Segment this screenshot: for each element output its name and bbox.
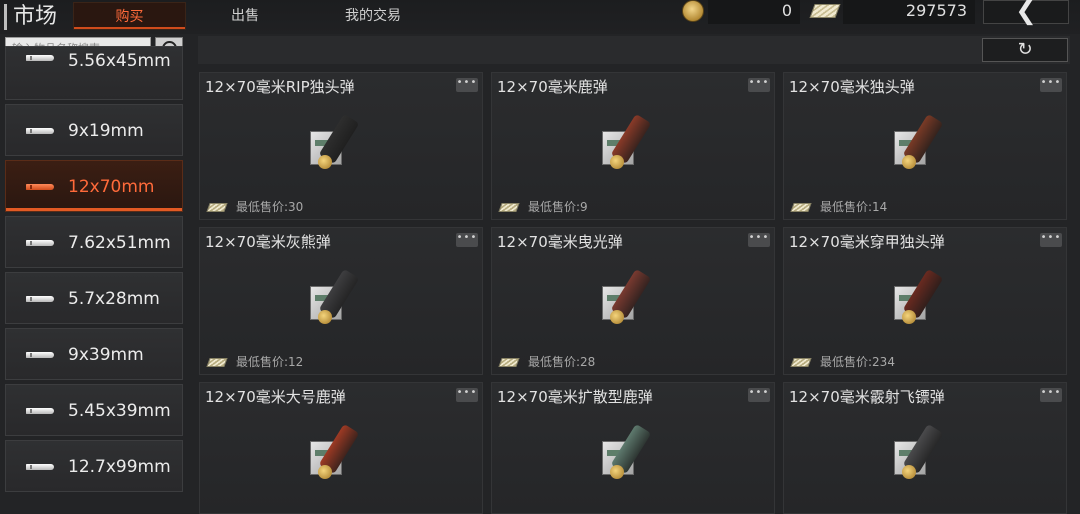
shotgun-shell-icon [602, 423, 666, 487]
title-accent [4, 4, 7, 30]
bullet-icon [26, 184, 54, 190]
cash-icon [790, 203, 812, 212]
item-name: 12×70毫米曳光弹 [497, 233, 623, 251]
more-options-button[interactable]: ••• [456, 388, 478, 402]
more-options-button[interactable]: ••• [456, 233, 478, 247]
lowest-price: 最低售价:14 [820, 200, 888, 214]
bullet-icon [26, 55, 54, 61]
more-options-button[interactable]: ••• [748, 78, 770, 92]
item-card[interactable]: 12×70毫米独头弹 ••• 最低售价:14 [783, 72, 1067, 220]
item-card[interactable]: 12×70毫米RIP独头弹 ••• 最低售价:30 [199, 72, 483, 220]
category-label: 12.7x99mm [68, 457, 171, 477]
shotgun-shell-icon [894, 268, 958, 332]
cash-icon [790, 358, 812, 367]
item-card[interactable]: 12×70毫米穿甲独头弹 ••• 最低售价:234 [783, 227, 1067, 375]
category-item[interactable]: 9x39mm [5, 328, 183, 380]
item-card[interactable]: 12×70毫米扩散型鹿弹 ••• [491, 382, 775, 514]
category-label: 9x39mm [68, 345, 144, 365]
cash-icon [809, 4, 841, 18]
lowest-price: 最低售价:28 [528, 355, 596, 369]
item-card[interactable]: 12×70毫米曳光弹 ••• 最低售价:28 [491, 227, 775, 375]
lowest-price: 最低售价:9 [528, 200, 588, 214]
category-label: 5.56x45mm [68, 51, 171, 71]
shell-base [318, 155, 332, 169]
lowest-price: 最低售价:30 [236, 200, 304, 214]
category-item[interactable]: 5.56x45mm [5, 46, 183, 100]
more-options-button[interactable]: ••• [1040, 388, 1062, 402]
more-options-button[interactable]: ••• [456, 78, 478, 92]
category-item[interactable]: 9x19mm [5, 104, 183, 156]
shell-base [318, 465, 332, 479]
cash-icon [498, 203, 520, 212]
bullet-icon [26, 296, 54, 302]
item-name: 12×70毫米灰熊弹 [205, 233, 331, 251]
category-item[interactable]: 12.7x99mm [5, 440, 183, 492]
item-name: 12×70毫米扩散型鹿弹 [497, 388, 653, 406]
shell-base [902, 155, 916, 169]
bullet-icon [26, 408, 54, 414]
category-label: 5.45x39mm [68, 401, 171, 421]
shotgun-shell-icon [602, 268, 666, 332]
category-label: 12x70mm [68, 177, 155, 197]
lowest-price: 最低售价:12 [236, 355, 304, 369]
gold-coin-icon [682, 0, 704, 22]
refresh-icon: ↻ [1017, 39, 1033, 60]
category-sidebar: 5.56x45mm 9x19mm 12x70mm 7.62x51mm 5.7x2… [0, 46, 190, 514]
item-card[interactable]: 12×70毫米鹿弹 ••• 最低售价:9 [491, 72, 775, 220]
shotgun-shell-icon [310, 113, 374, 177]
item-name: 12×70毫米鹿弹 [497, 78, 608, 96]
gold-balance: 0 [708, 0, 800, 24]
bullet-icon [26, 352, 54, 358]
item-name: 12×70毫米独头弹 [789, 78, 915, 96]
toolbar-strip [198, 36, 1070, 64]
item-card[interactable]: 12×70毫米霰射飞镖弹 ••• [783, 382, 1067, 514]
category-label: 5.7x28mm [68, 289, 160, 309]
shotgun-shell-icon [894, 113, 958, 177]
chevron-left-icon: ❮ [1015, 0, 1037, 26]
shell-base [902, 465, 916, 479]
cash-balance: 297573 [843, 0, 975, 24]
more-options-button[interactable]: ••• [748, 388, 770, 402]
shotgun-shell-icon [310, 423, 374, 487]
shell-base [318, 310, 332, 324]
bullet-icon [26, 464, 54, 470]
shell-base [902, 310, 916, 324]
item-name: 12×70毫米穿甲独头弹 [789, 233, 945, 251]
refresh-button[interactable]: ↻ [982, 38, 1068, 62]
shell-base [610, 310, 624, 324]
shell-base [610, 155, 624, 169]
category-item[interactable]: 7.62x51mm [5, 216, 183, 268]
tab-buy[interactable]: 购买 [73, 2, 186, 30]
item-name: 12×70毫米RIP独头弹 [205, 78, 355, 96]
shotgun-shell-icon [602, 113, 666, 177]
page-title: 市场 [13, 4, 58, 29]
more-options-button[interactable]: ••• [748, 233, 770, 247]
shotgun-shell-icon [894, 423, 958, 487]
lowest-price: 最低售价:234 [820, 355, 895, 369]
bullet-icon [26, 128, 54, 134]
category-item-active[interactable]: 12x70mm [5, 160, 183, 212]
category-item[interactable]: 5.45x39mm [5, 384, 183, 436]
cash-icon [206, 358, 228, 367]
back-button[interactable]: ❮ [983, 0, 1069, 24]
tab-my-trades[interactable]: 我的交易 [313, 2, 433, 30]
more-options-button[interactable]: ••• [1040, 78, 1062, 92]
shotgun-shell-icon [310, 268, 374, 332]
category-label: 9x19mm [68, 121, 144, 141]
more-options-button[interactable]: ••• [1040, 233, 1062, 247]
item-name: 12×70毫米大号鹿弹 [205, 388, 346, 406]
item-card[interactable]: 12×70毫米大号鹿弹 ••• [199, 382, 483, 514]
bullet-icon [26, 240, 54, 246]
item-card[interactable]: 12×70毫米灰熊弹 ••• 最低售价:12 [199, 227, 483, 375]
tab-sell[interactable]: 出售 [205, 2, 285, 30]
cash-icon [206, 203, 228, 212]
category-label: 7.62x51mm [68, 233, 171, 253]
cash-icon [498, 358, 520, 367]
shell-base [610, 465, 624, 479]
item-name: 12×70毫米霰射飞镖弹 [789, 388, 945, 406]
category-item[interactable]: 5.7x28mm [5, 272, 183, 324]
